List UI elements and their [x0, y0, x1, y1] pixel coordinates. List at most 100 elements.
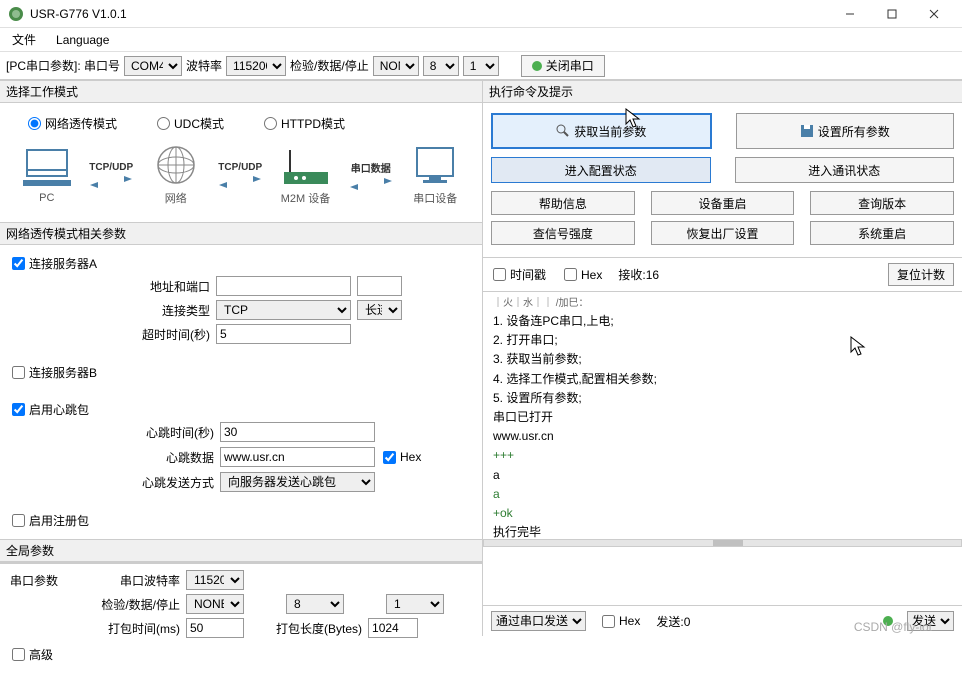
recv-count: 接收:16	[618, 266, 659, 283]
global-baud-select[interactable]: 115200	[186, 570, 244, 590]
diagram: PC TCP/UDP 网络 TCP/UDP M2M 设备	[8, 140, 474, 214]
reg-label: 启用注册包	[29, 512, 89, 529]
log-line: 执行完毕	[493, 523, 952, 539]
menu-language[interactable]: Language	[52, 31, 113, 49]
main: 选择工作模式 网络透传模式 UDC模式 HTTPD模式 PC TCP/UDP 网…	[0, 80, 962, 636]
conn-mode-select[interactable]: 长连接	[357, 300, 402, 320]
global-parity-select[interactable]: NONE	[186, 594, 244, 614]
log-area[interactable]: ｜火｜水｜｜ /加巳： 1. 设备连PC串口,上电; 2. 打开串口; 3. 获…	[483, 292, 962, 539]
reboot-button[interactable]: 设备重启	[651, 191, 795, 215]
timeout-label: 超时时间(秒)	[140, 326, 210, 343]
global-header: 全局参数	[0, 539, 482, 562]
minimize-button[interactable]	[830, 1, 870, 27]
advanced-label: 高级	[29, 646, 53, 663]
log-line: 5. 设置所有参数;	[493, 389, 952, 408]
log-hex-checkbox[interactable]: Hex	[562, 264, 604, 286]
serial-device-icon	[411, 144, 459, 186]
addr-input[interactable]	[216, 276, 351, 296]
server-a-checkbox[interactable]: 连接服务器A	[10, 251, 472, 276]
close-port-label: 关闭串口	[546, 57, 594, 74]
close-button[interactable]	[914, 1, 954, 27]
radio-udc-label: UDC模式	[174, 115, 224, 132]
timeout-input[interactable]	[216, 324, 351, 344]
left-panel: 选择工作模式 网络透传模式 UDC模式 HTTPD模式 PC TCP/UDP 网…	[0, 80, 483, 636]
radio-udc-mode[interactable]: UDC模式	[157, 115, 224, 132]
log-line: a	[493, 466, 952, 485]
cmd-buttons: 获取当前参数 设置所有参数 进入配置状态 进入通讯状态 帮助信息 设备重启 查询…	[483, 103, 962, 257]
maximize-button[interactable]	[872, 1, 912, 27]
get-params-label: 获取当前参数	[574, 123, 646, 140]
global-data-select[interactable]: 8	[286, 594, 344, 614]
send-via-select[interactable]: 通过串口发送	[491, 611, 586, 631]
enter-comm-button[interactable]: 进入通讯状态	[735, 157, 955, 183]
hb-time-label: 心跳时间(秒)	[140, 424, 214, 441]
hb-hex-label: Hex	[400, 450, 421, 464]
close-port-button[interactable]: 关闭串口	[521, 55, 605, 77]
pack-time-label: 打包时间(ms)	[100, 620, 180, 637]
parity-label: 检验/数据/停止	[290, 57, 369, 74]
hb-send-select[interactable]: 向服务器发送心跳包	[220, 472, 375, 492]
port-input[interactable]	[357, 276, 402, 296]
log-line: www.usr.cn	[493, 427, 952, 446]
set-all-button[interactable]: 设置所有参数	[736, 113, 955, 149]
log-line: +++	[493, 446, 952, 465]
restore-button[interactable]: 恢复出厂设置	[651, 221, 795, 245]
stopbits-select[interactable]: 1	[463, 56, 499, 76]
cmd-header: 执行命令及提示	[483, 80, 962, 103]
log-note: ｜火｜水｜｜ /加巳：	[493, 296, 952, 312]
right-scrollbar[interactable]	[483, 539, 962, 547]
help-button[interactable]: 帮助信息	[491, 191, 635, 215]
arrow-icon	[88, 175, 134, 189]
baud-select[interactable]: 115200	[226, 56, 286, 76]
heartbeat-label: 启用心跳包	[29, 401, 89, 418]
window-title: USR-G776 V1.0.1	[30, 7, 830, 21]
pc-params-label: [PC串口参数]: 串口号	[6, 57, 120, 74]
global-section: 串口参数 串口波特率 115200 检验/数据/停止 NONE 8 1	[0, 564, 482, 673]
parity-select[interactable]: NONE	[373, 56, 419, 76]
databits-select[interactable]: 8	[423, 56, 459, 76]
log-line: 2. 打开串口;	[493, 331, 952, 350]
send-hex-label: Hex	[619, 614, 640, 628]
heartbeat-checkbox[interactable]: 启用心跳包	[10, 397, 472, 422]
reg-checkbox[interactable]: 启用注册包	[10, 508, 472, 533]
addr-port-label: 地址和端口	[140, 278, 210, 295]
signal-button[interactable]: 查信号强度	[491, 221, 635, 245]
timestamp-checkbox[interactable]: 时间戳	[491, 262, 548, 287]
watermark: CSDN @fly-iot	[854, 620, 932, 634]
server-a-section: 连接服务器A 地址和端口 连接类型 TCP 长连接 超时时间(秒)	[0, 245, 482, 354]
global-stop-select[interactable]: 1	[386, 594, 444, 614]
advanced-checkbox[interactable]: 高级	[10, 642, 472, 667]
server-b-checkbox[interactable]: 连接服务器B	[10, 360, 472, 385]
get-params-button[interactable]: 获取当前参数	[491, 113, 712, 149]
enter-config-button[interactable]: 进入配置状态	[491, 157, 711, 183]
reset-count-button[interactable]: 复位计数	[888, 263, 954, 286]
log-line: 3. 获取当前参数;	[493, 350, 952, 369]
pack-len-input[interactable]	[368, 618, 418, 638]
log-line: 1. 设备连PC串口,上电;	[493, 312, 952, 331]
conn-type-select[interactable]: TCP	[216, 300, 351, 320]
hb-hex-checkbox[interactable]: Hex	[381, 446, 423, 468]
right-panel: 执行命令及提示 获取当前参数 设置所有参数 进入配置状态 进入通讯状态 帮助信息…	[483, 80, 962, 636]
port-led-icon	[532, 61, 542, 71]
global-baud-label: 串口波特率	[100, 572, 180, 589]
serial-data-label: 串口数据	[351, 160, 391, 175]
hb-time-input[interactable]	[220, 422, 375, 442]
query-ver-button[interactable]: 查询版本	[810, 191, 954, 215]
radio-net-mode[interactable]: 网络透传模式	[28, 115, 117, 132]
pack-len-label: 打包长度(Bytes)	[276, 620, 362, 637]
pack-time-input[interactable]	[186, 618, 244, 638]
hb-data-label: 心跳数据	[140, 449, 214, 466]
radio-httpd-mode[interactable]: HTTPD模式	[264, 115, 345, 132]
port-select[interactable]: COM4	[124, 56, 182, 76]
radio-net-label: 网络透传模式	[45, 115, 117, 132]
menu-file[interactable]: 文件	[8, 29, 40, 50]
send-hex-checkbox[interactable]: Hex	[600, 610, 642, 632]
toolbar: [PC串口参数]: 串口号 COM4 波特率 115200 检验/数据/停止 N…	[0, 52, 962, 80]
log-controls: 时间戳 Hex 接收:16 复位计数	[483, 257, 962, 292]
sys-reboot-button[interactable]: 系统重启	[810, 221, 954, 245]
serial-dev-label: 串口设备	[413, 190, 457, 206]
conn-type-label: 连接类型	[140, 302, 210, 319]
globe-icon	[152, 144, 200, 186]
hb-data-input[interactable]	[220, 447, 375, 467]
left-scrollbar[interactable]	[0, 562, 482, 564]
